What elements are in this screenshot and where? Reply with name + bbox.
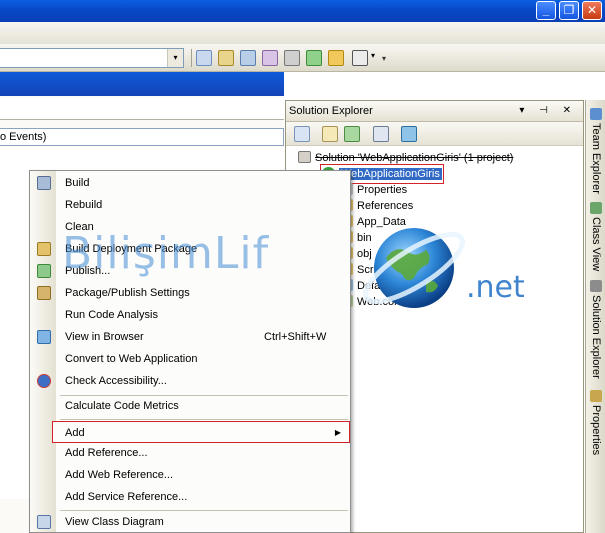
context-menu: Build Rebuild Clean Build Deployment Pac… (29, 170, 351, 533)
properties-icon[interactable] (218, 50, 234, 66)
restore-button[interactable]: ❐ (559, 1, 579, 20)
find-icon[interactable] (196, 50, 212, 66)
menu-item-add[interactable]: Add ▶ (52, 421, 350, 443)
document-tab-strip (0, 72, 284, 120)
start-page-icon[interactable] (306, 50, 322, 66)
tools-icon[interactable] (284, 50, 300, 66)
properties-icon[interactable] (294, 126, 310, 142)
class-diagram-icon (37, 515, 51, 529)
build-icon (37, 176, 51, 190)
chevron-down-icon[interactable]: ▾ (167, 49, 183, 67)
tab-properties[interactable]: Properties (588, 390, 604, 455)
minimize-button[interactable]: _ (536, 1, 556, 20)
accessibility-icon (37, 374, 51, 388)
menu-item-rebuild[interactable]: Rebuild (32, 194, 348, 216)
tab-team-explorer[interactable]: Team Explorer (588, 108, 604, 194)
refresh-icon[interactable] (344, 126, 360, 142)
menu-item-view-class-diagram[interactable]: View Class Diagram (32, 511, 348, 533)
browser-icon (37, 330, 51, 344)
toolbox-icon[interactable] (262, 50, 278, 66)
solution-explorer-title: Solution Explorer (289, 105, 373, 117)
toolbar-overflow-icon[interactable]: ▾ (382, 54, 386, 63)
properties-icon (590, 390, 602, 402)
solution-config-combo[interactable]: ▾ (0, 48, 184, 68)
class-view-icon (590, 202, 602, 214)
command-dropdown-icon[interactable]: ▾ (371, 51, 375, 60)
menu-item-check-accessibility[interactable]: Check Accessibility... (32, 370, 348, 392)
solution-explorer-titlebar: Solution Explorer ▾ ⊣ ✕ (286, 101, 583, 122)
view-class-diagram-icon[interactable] (373, 126, 389, 142)
watermark-suffix: .net (466, 270, 525, 305)
menu-item-run-code-analysis[interactable]: Run Code Analysis (32, 304, 348, 326)
menu-item-calculate-code-metrics[interactable]: Calculate Code Metrics (32, 395, 348, 417)
window-titlebar: _ ❐ ✕ (0, 0, 605, 22)
menu-item-add-service-reference[interactable]: Add Service Reference... (32, 486, 348, 508)
menu-separator (60, 419, 348, 420)
settings-icon (37, 286, 51, 300)
tree-item-solution[interactable]: Solution 'WebApplicationGiris' (1 projec… (298, 150, 513, 166)
package-icon (37, 242, 51, 256)
solution-explorer-toolbar (286, 122, 583, 146)
menu-item-convert-to-web-application[interactable]: Convert to Web Application (32, 348, 348, 370)
close-button[interactable]: ✕ (582, 1, 602, 20)
menu-item-add-web-reference[interactable]: Add Web Reference... (32, 464, 348, 486)
solution-icon (298, 151, 311, 163)
solution-explorer-icon (590, 280, 602, 292)
side-tab-strip: Team Explorer Class View Solution Explor… (585, 100, 605, 533)
watermark-brand: BilişimLif (62, 228, 270, 279)
menu-item-view-in-browser[interactable]: View in Browser Ctrl+Shift+W (32, 326, 348, 348)
object-browser-icon[interactable] (240, 50, 256, 66)
event-dropdown[interactable]: o Events) (0, 128, 284, 146)
command-window-icon[interactable] (352, 50, 368, 66)
panel-controls[interactable]: ▾ ⊣ ✕ (519, 101, 577, 121)
menu-item-package-publish-settings[interactable]: Package/Publish Settings (32, 282, 348, 304)
tab-solution-explorer[interactable]: Solution Explorer (588, 280, 604, 379)
tab-class-view[interactable]: Class View (588, 202, 604, 271)
submenu-arrow-icon: ▶ (334, 428, 341, 437)
team-explorer-icon (590, 108, 602, 120)
extension-manager-icon[interactable] (328, 50, 344, 66)
toolbar-separator (191, 49, 192, 67)
menu-item-build[interactable]: Build (32, 172, 348, 194)
asp-config-icon[interactable] (401, 126, 417, 142)
publish-icon (37, 264, 51, 278)
show-all-files-icon[interactable] (322, 126, 338, 142)
menu-bar (0, 22, 605, 44)
globe-logo-icon (363, 228, 465, 308)
standard-toolbar: ▾ ▾ ▾ (0, 44, 605, 72)
menu-item-add-reference[interactable]: Add Reference... (32, 442, 348, 464)
